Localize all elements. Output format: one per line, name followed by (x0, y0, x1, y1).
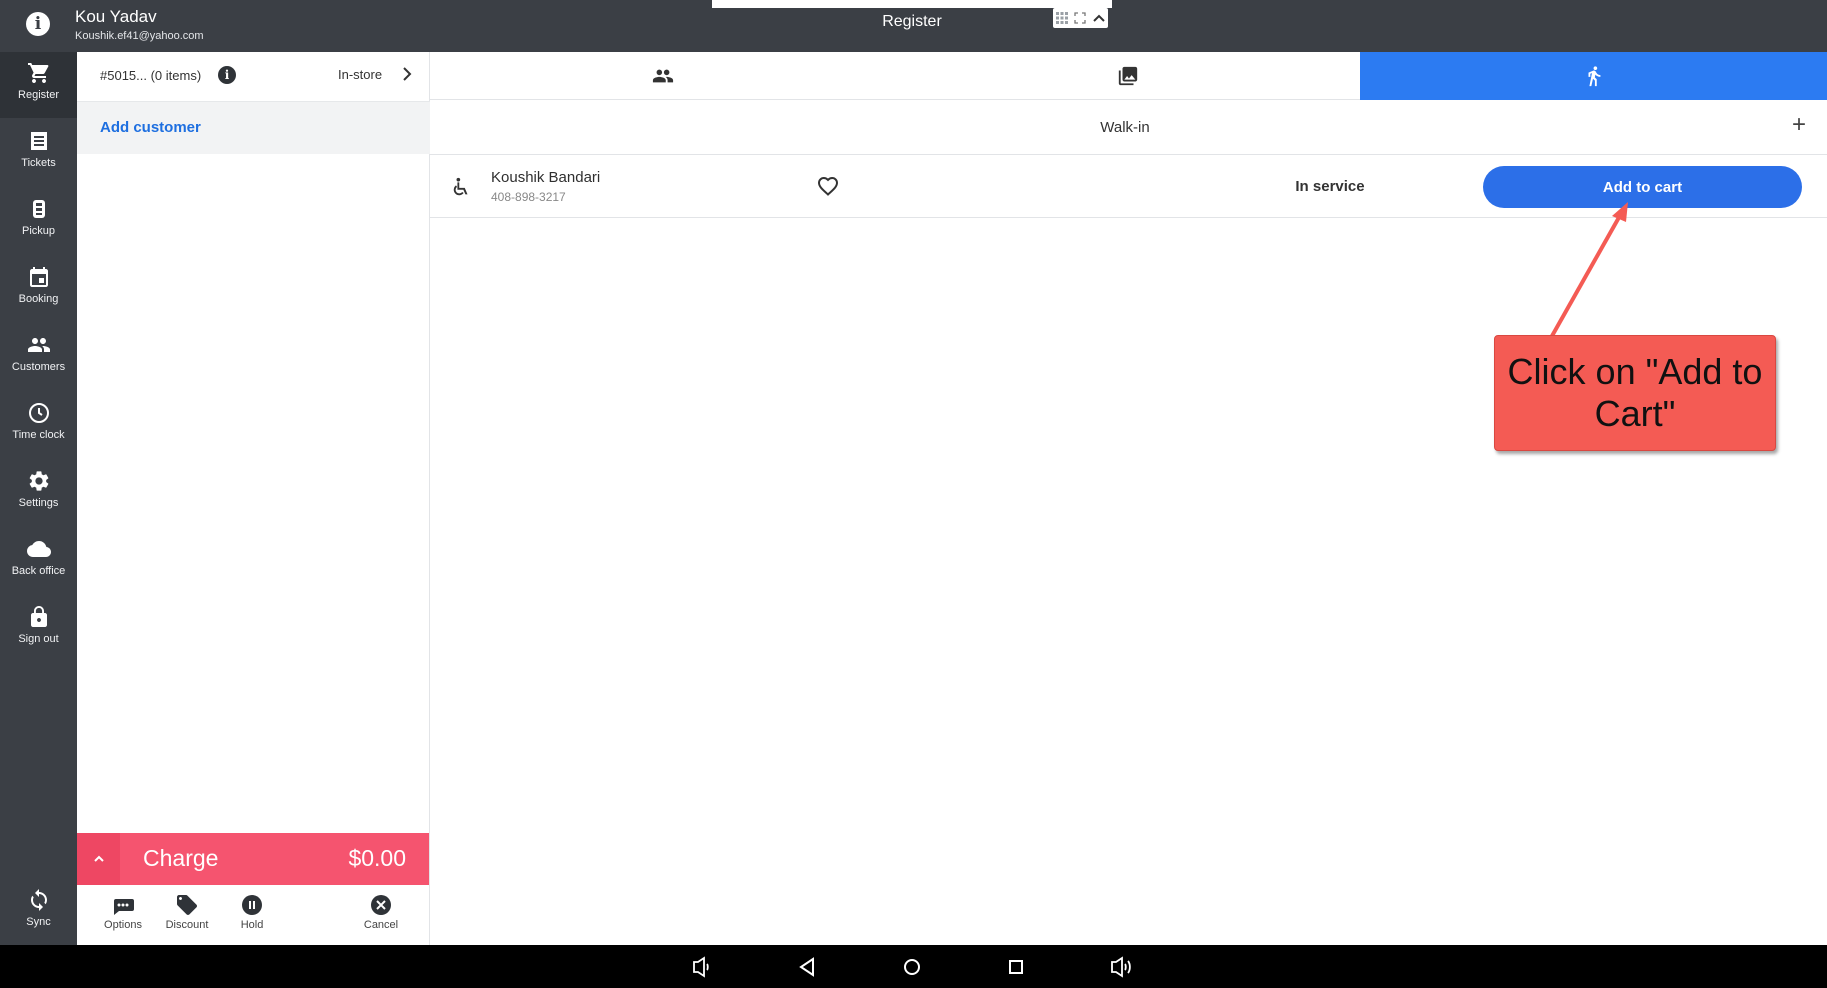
sidebar-item-booking[interactable]: Booking (0, 256, 77, 322)
status-text: In service (1295, 178, 1365, 195)
tag-icon (177, 895, 197, 915)
ticket-number: #5015... (0 items) (100, 68, 202, 83)
walk-icon (1588, 66, 1600, 87)
options-button[interactable]: Options (88, 893, 158, 937)
add-walk-in-button[interactable]: + (1786, 113, 1812, 139)
add-customer-link[interactable]: Add customer (100, 119, 201, 136)
close-icon (371, 895, 391, 915)
sidebar: Register Tickets Pickup Booking Customer… (0, 52, 77, 945)
charge-amount: $0.00 (348, 845, 406, 871)
order-type[interactable]: In-store (338, 67, 382, 82)
pickup-icon (32, 200, 45, 218)
clock-icon (28, 403, 49, 423)
info-icon[interactable]: i (26, 12, 50, 36)
calendar-icon (29, 267, 48, 287)
hold-label: Hold (240, 919, 264, 931)
sidebar-item-label: Time clock (12, 429, 65, 441)
chevron-up-icon (93, 855, 104, 862)
more-icon (114, 899, 134, 915)
sidebar-item-sync[interactable]: Sync (0, 879, 77, 945)
tab-customers[interactable] (430, 52, 895, 100)
receipt-icon (30, 132, 47, 150)
customer-name: Koushik Bandari (491, 169, 601, 186)
discount-button[interactable]: Discount (152, 893, 222, 937)
sidebar-item-label: Register (18, 89, 59, 101)
gallery-icon (1118, 66, 1137, 86)
heart-icon[interactable] (816, 174, 840, 198)
sidebar-item-customers[interactable]: Customers (0, 324, 77, 390)
cart-panel (77, 52, 430, 945)
sync-icon (30, 889, 47, 911)
volume-down-icon[interactable] (688, 955, 714, 979)
customer-phone: 408-898-3217 (491, 190, 566, 204)
sidebar-item-sign-out[interactable]: Sign out (0, 596, 77, 662)
back-icon[interactable] (795, 955, 821, 979)
wheelchair-icon (453, 177, 468, 196)
sidebar-item-pickup[interactable]: Pickup (0, 188, 77, 254)
user-email: Koushik.ef41@yahoo.com (75, 30, 204, 42)
expand-icon[interactable] (1073, 11, 1087, 25)
charge-label: Charge (143, 845, 219, 871)
cancel-label: Cancel (363, 919, 399, 931)
sidebar-item-settings[interactable]: Settings (0, 460, 77, 526)
charge-expand-toggle[interactable] (77, 833, 120, 885)
sidebar-item-label: Sync (26, 916, 51, 928)
hold-button[interactable]: Hold (217, 893, 287, 937)
tab-gallery[interactable] (895, 52, 1360, 100)
annotation-arrow (1550, 202, 1628, 337)
people-icon (652, 69, 673, 83)
sidebar-item-tickets[interactable]: Tickets (0, 120, 77, 186)
user-name: Kou Yadav (75, 7, 157, 26)
sidebar-item-label: Pickup (21, 225, 56, 237)
sidebar-item-label: Back office (11, 565, 66, 577)
home-icon[interactable] (899, 955, 925, 979)
recents-icon[interactable] (1003, 955, 1029, 979)
walk-in-title: Walk-in (1100, 119, 1150, 136)
cancel-button[interactable]: Cancel (346, 893, 416, 937)
discount-label: Discount (165, 919, 209, 931)
chevron-right-icon[interactable] (398, 64, 416, 84)
annotation-callout: Click on "Add to Cart" (1494, 335, 1776, 451)
chevron-up-icon[interactable] (1092, 11, 1106, 25)
lock-icon (30, 606, 47, 627)
cart-icon (27, 63, 48, 83)
sidebar-item-label: Settings (18, 497, 59, 509)
sidebar-item-time-clock[interactable]: Time clock (0, 392, 77, 458)
window-controls (1053, 8, 1108, 28)
sidebar-item-back-office[interactable]: Back office (0, 528, 77, 594)
cloud-icon (26, 541, 51, 557)
volume-up-icon[interactable] (1108, 955, 1134, 979)
ticket-info-icon[interactable]: i (218, 66, 236, 84)
pause-icon (242, 895, 262, 915)
options-label: Options (104, 919, 142, 931)
gear-icon (29, 471, 48, 491)
sidebar-item-label: Tickets (21, 157, 56, 169)
people-icon (27, 338, 50, 352)
top-strip (712, 0, 1112, 8)
sidebar-item-register[interactable]: Register (0, 52, 77, 118)
sidebar-item-label: Customers (11, 361, 66, 373)
sidebar-item-label: Booking (18, 293, 59, 305)
page-title: Register (882, 13, 942, 30)
sidebar-item-label: Sign out (18, 633, 59, 645)
add-to-cart-button[interactable]: Add to cart (1483, 166, 1802, 208)
grid-icon[interactable] (1055, 11, 1069, 25)
tab-walk-in[interactable] (1360, 52, 1827, 100)
